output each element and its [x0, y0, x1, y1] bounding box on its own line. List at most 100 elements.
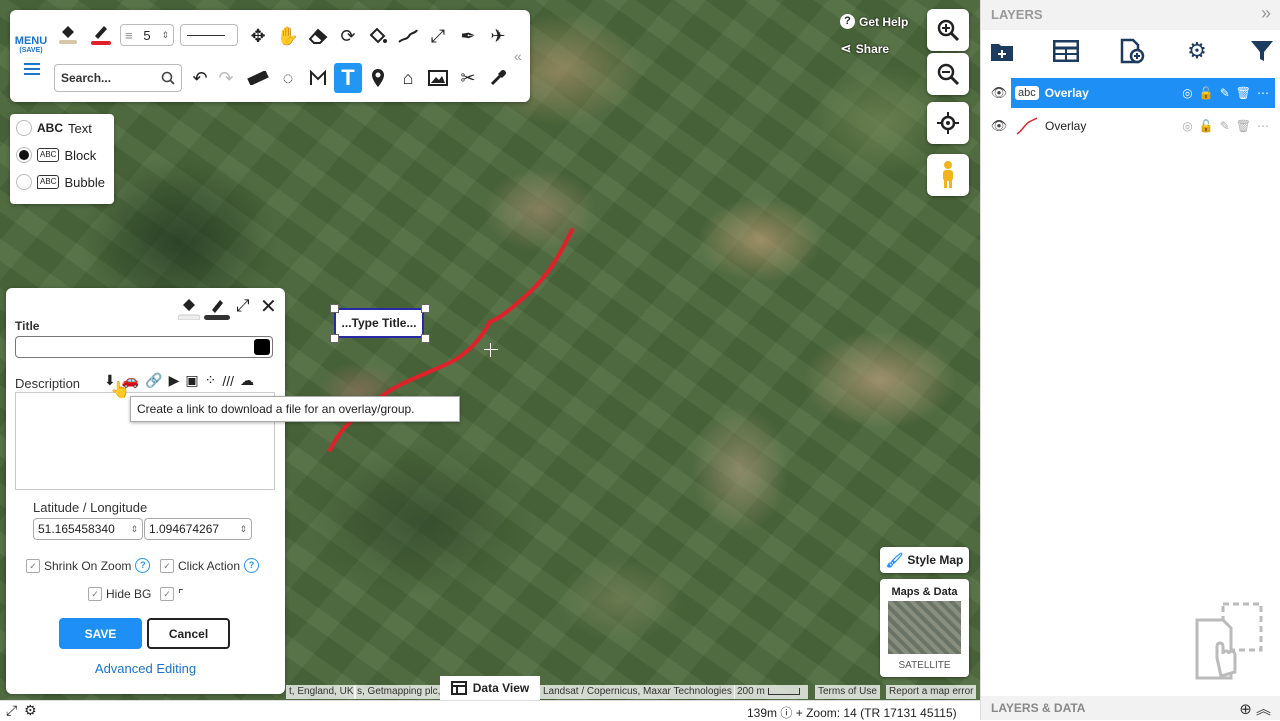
add-folder-icon[interactable]	[989, 38, 1015, 64]
help-icon[interactable]: ?	[135, 558, 151, 573]
redo-icon[interactable]: ↷	[214, 66, 238, 90]
line-style-select[interactable]	[180, 24, 238, 46]
zoom-in-button[interactable]	[927, 9, 969, 51]
menu-button[interactable]: MENU (SAVE)	[14, 36, 48, 56]
checkbox-box[interactable]: ✓	[26, 558, 40, 573]
locate-icon[interactable]: ◎	[1182, 119, 1192, 133]
trash-icon[interactable]: 🗑	[1236, 119, 1251, 133]
zoom-out-button[interactable]	[927, 53, 969, 95]
freehand-icon[interactable]	[396, 24, 420, 48]
hamburger-icon[interactable]	[24, 60, 40, 78]
stepper-icon[interactable]: ⇕	[130, 524, 138, 535]
collapse-toolbar-icon[interactable]: «	[514, 48, 522, 64]
radio-block[interactable]	[16, 147, 32, 163]
stepper-icon[interactable]: ⇕	[161, 30, 169, 41]
image-icon[interactable]	[426, 66, 450, 90]
plus-icon[interactable]: +	[796, 706, 803, 720]
checkbox-box[interactable]: ✓	[160, 558, 174, 573]
plane-icon[interactable]: ✈	[486, 24, 510, 48]
hand-icon[interactable]: ✋	[276, 24, 300, 48]
get-help-link[interactable]: ? Get Help	[840, 14, 908, 29]
fill-bucket-icon[interactable]	[177, 296, 201, 323]
filter-icon[interactable]	[1249, 38, 1275, 64]
info-icon[interactable]: ⓘ	[780, 706, 792, 720]
stepper-icon[interactable]: ⇕	[239, 524, 247, 535]
move-icon[interactable]: ✥	[246, 24, 270, 48]
edit-icon[interactable]: ✎	[1220, 119, 1230, 133]
latitude-input[interactable]: 51.165458340 ⇕	[33, 518, 143, 540]
expand-icon[interactable]: ⤢	[6, 702, 17, 719]
expand-icon[interactable]: ⤢	[236, 296, 250, 316]
text-color-icon[interactable]	[204, 296, 230, 323]
video-icon[interactable]: ▶	[169, 372, 180, 389]
style-map-button[interactable]: 🖌 Style Map	[880, 547, 969, 573]
more-icon[interactable]: ⋯	[1257, 119, 1269, 133]
title-color-swatch[interactable]	[254, 339, 270, 355]
layer-row[interactable]: 👁 Overlay ◎ 🔓 ✎ 🗑 ⋯	[987, 111, 1275, 141]
checkbox-box[interactable]: ✓	[160, 587, 174, 601]
text-tool-icon[interactable]: T	[334, 63, 362, 93]
close-icon[interactable]: ✕	[260, 294, 277, 319]
stroke-color-icon[interactable]	[88, 22, 112, 46]
report-error-link[interactable]: Report a map error	[886, 685, 977, 699]
resize-handle[interactable]	[421, 334, 430, 343]
stripes-icon[interactable]: ///	[222, 373, 234, 389]
terms-link[interactable]: Terms of Use	[815, 685, 880, 699]
collapse-panel-icon[interactable]: »	[1261, 3, 1271, 24]
undo-icon[interactable]: ↶	[188, 66, 212, 90]
resize-handle[interactable]	[330, 334, 339, 343]
data-view-button[interactable]: Data View	[440, 676, 540, 700]
text-type-text[interactable]: ABC Text	[16, 120, 92, 136]
gear-icon[interactable]: ⚙	[1184, 38, 1210, 64]
building-icon[interactable]: ⌂	[396, 66, 420, 90]
circle-icon[interactable]: ◌	[276, 66, 300, 90]
measure-line-icon[interactable]: ⤢	[426, 24, 450, 48]
lock-icon[interactable]: 🔓	[1199, 86, 1214, 100]
search-icon[interactable]	[161, 71, 175, 85]
title-input[interactable]	[15, 336, 273, 358]
layer-main[interactable]: abc Overlay	[1011, 78, 1175, 108]
pen-icon[interactable]: ✒	[456, 24, 480, 48]
scissors-icon[interactable]: ✂	[456, 66, 480, 90]
click-action-checkbox[interactable]: ✓ Click Action ?	[160, 558, 260, 573]
points-icon[interactable]: ⁘	[205, 372, 217, 389]
corner-checkbox[interactable]: ✓ ⌜	[160, 587, 184, 601]
maps-data-button[interactable]: Maps & Data SATELLITE	[880, 579, 969, 677]
locate-icon[interactable]: ◎	[1182, 86, 1192, 100]
refresh-icon[interactable]: ⟳	[336, 24, 360, 48]
longitude-input[interactable]: 1.094674267 ⇕	[144, 518, 252, 540]
map-text-label[interactable]: ...Type Title...	[334, 308, 424, 338]
layer-row[interactable]: 👁 abc Overlay ◎ 🔓 ✎ 🗑 ⋯	[987, 78, 1275, 108]
resize-handle[interactable]	[421, 304, 430, 313]
hide-bg-checkbox[interactable]: ✓ Hide BG	[88, 587, 151, 601]
search-input[interactable]: Search...	[54, 64, 182, 92]
more-icon[interactable]: ⋯	[1257, 86, 1269, 100]
marker-icon[interactable]	[366, 66, 390, 90]
help-icon[interactable]: ?	[244, 558, 260, 573]
radio-bubble[interactable]	[16, 174, 32, 190]
ruler-icon[interactable]	[246, 66, 270, 90]
add-layer-icon[interactable]	[1119, 38, 1145, 64]
advanced-editing-link[interactable]: Advanced Editing	[6, 661, 285, 676]
stroke-width-select[interactable]: ≡ 5 ⇕	[120, 24, 174, 46]
polygon-icon[interactable]	[306, 66, 330, 90]
edit-icon[interactable]: ✎	[1220, 86, 1230, 100]
eye-icon[interactable]: 👁	[987, 118, 1011, 134]
eraser-icon[interactable]	[306, 24, 330, 48]
eye-icon[interactable]: 👁	[987, 85, 1011, 101]
share-link[interactable]: ⋖ Share	[840, 40, 889, 57]
add-data-icon[interactable]: ⊕ ︽	[1239, 698, 1271, 719]
eyedropper-icon[interactable]	[486, 66, 510, 90]
lock-icon[interactable]: 🔓	[1199, 119, 1214, 133]
text-type-bubble[interactable]: ABC Bubble	[16, 174, 105, 190]
locate-button[interactable]	[927, 102, 969, 144]
table-icon[interactable]	[1053, 38, 1079, 64]
cancel-button[interactable]: Cancel	[147, 618, 230, 649]
shrink-on-zoom-checkbox[interactable]: ✓ Shrink On Zoom ?	[26, 558, 151, 573]
layer-main[interactable]: Overlay	[1011, 111, 1174, 141]
fill-bucket-icon[interactable]	[56, 22, 80, 46]
text-type-block[interactable]: ABC Block	[16, 147, 96, 163]
checkbox-box[interactable]: ✓	[88, 587, 102, 601]
fill-overlay-icon[interactable]	[366, 24, 390, 48]
street-view-button[interactable]	[927, 154, 969, 196]
